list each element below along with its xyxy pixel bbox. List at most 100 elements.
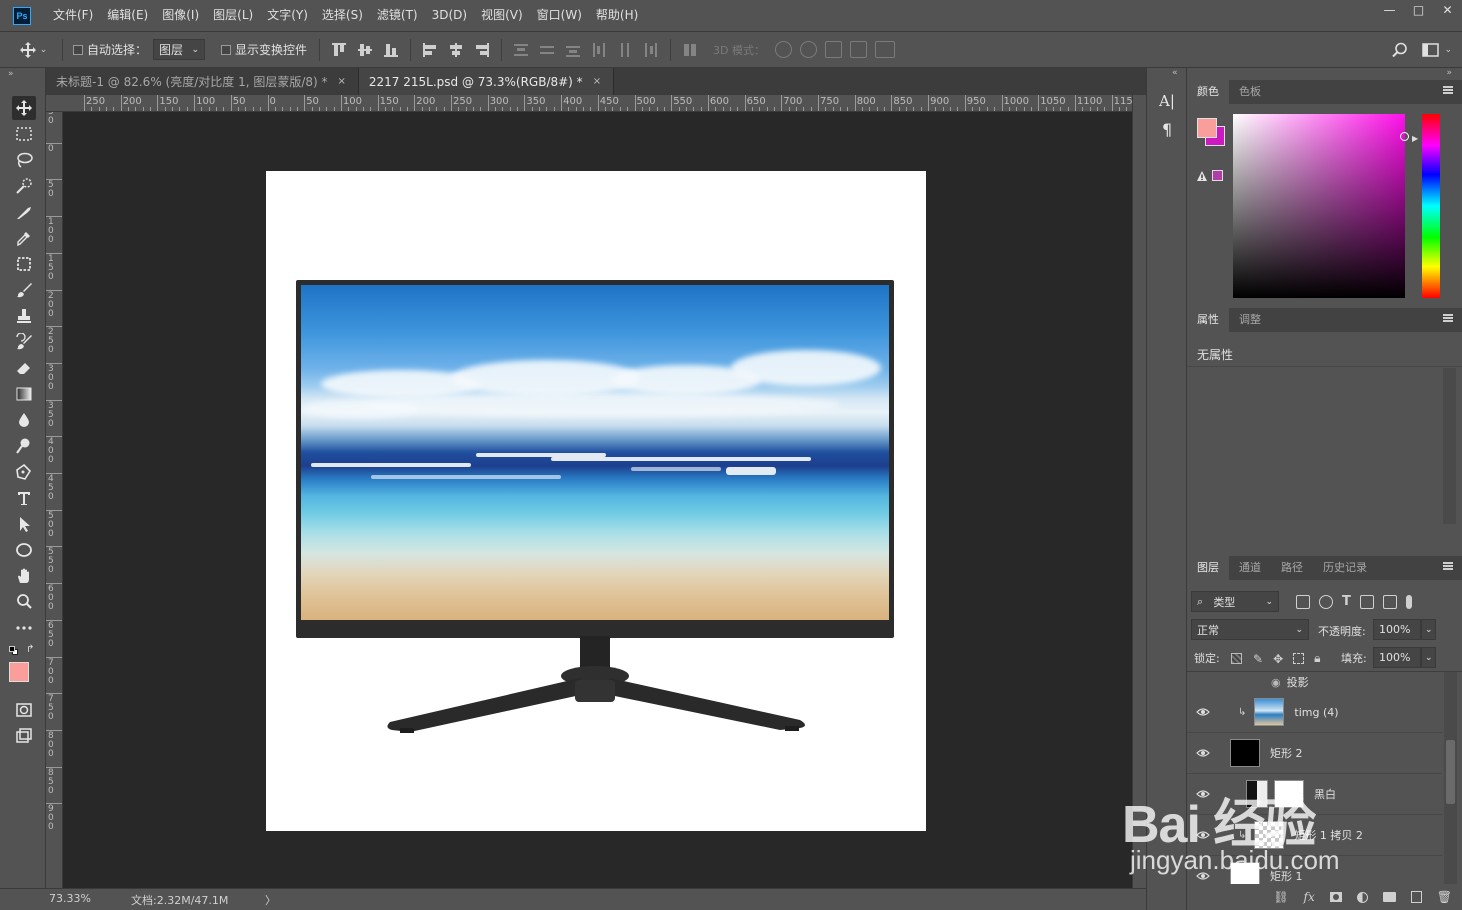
distribute-bottom-icon[interactable] — [565, 42, 581, 58]
align-hcenter-icon[interactable] — [448, 42, 464, 58]
layer-row[interactable]: ↳ 矩形 1 拷贝 2 — [1187, 815, 1442, 856]
dodge-tool[interactable] — [12, 434, 36, 458]
filter-adjustment-icon[interactable] — [1319, 594, 1333, 609]
layers-scrollbar[interactable] — [1444, 672, 1457, 884]
menu-3d[interactable]: 3D(D) — [425, 0, 474, 31]
eye-icon[interactable] — [1196, 787, 1210, 801]
lock-transparent-icon[interactable] — [1231, 653, 1242, 664]
ellipse-tool[interactable] — [12, 538, 36, 562]
gamut-color-swatch[interactable] — [1212, 170, 1223, 181]
trash-icon[interactable]: 🗑︎ — [1437, 890, 1452, 904]
distribute-hcenter-icon[interactable] — [617, 42, 633, 58]
eye-icon[interactable] — [1196, 705, 1210, 719]
hue-slider-arrow-icon[interactable]: ▶ — [1412, 134, 1418, 143]
menu-file[interactable]: 文件(F) — [46, 0, 100, 31]
eye-icon[interactable]: ◉ — [1271, 676, 1281, 689]
eye-icon[interactable] — [1196, 828, 1210, 842]
align-bottom-icon[interactable] — [383, 42, 399, 58]
show-transform-checkbox[interactable] — [221, 44, 232, 55]
add-mask-icon[interactable] — [1329, 892, 1342, 902]
tab-history[interactable]: 历史记录 — [1313, 556, 1377, 580]
paragraph-panel-icon[interactable]: ¶ — [1162, 120, 1172, 139]
tab-paths[interactable]: 路径 — [1271, 556, 1313, 580]
menu-help[interactable]: 帮助(H) — [589, 0, 645, 31]
zoom-level[interactable]: 73.33% — [49, 892, 91, 905]
collapse-icon[interactable]: « — [1172, 68, 1178, 78]
tab-swatches[interactable]: 色板 — [1229, 80, 1271, 104]
eyedropper-tool[interactable] — [12, 226, 36, 250]
fill-input[interactable]: 100% — [1373, 647, 1421, 668]
layer-name[interactable]: timg (4) — [1294, 706, 1338, 719]
menu-view[interactable]: 视图(V) — [474, 0, 530, 31]
frame-tool[interactable] — [12, 252, 36, 276]
stamp-tool[interactable] — [12, 304, 36, 328]
link-layers-icon[interactable]: ⛓ — [1273, 890, 1288, 904]
color-picker-field[interactable] — [1233, 114, 1409, 298]
layer-name[interactable]: 矩形 2 — [1270, 745, 1303, 761]
crop-tool[interactable] — [12, 200, 36, 224]
tab-untitled-1[interactable]: 未标题-1 @ 82.6% (亮度/对比度 1, 图层蒙版/8) * × — [46, 68, 359, 95]
align-top-icon[interactable] — [331, 42, 347, 58]
collapse-icon[interactable]: » — [1446, 68, 1452, 78]
tab-channels[interactable]: 通道 — [1229, 556, 1271, 580]
menu-select[interactable]: 选择(S) — [315, 0, 370, 31]
screen-mode-button[interactable] — [12, 724, 36, 748]
menu-type[interactable]: 文字(Y) — [260, 0, 315, 31]
tab-layers[interactable]: 图层 — [1187, 556, 1229, 580]
lock-artboard-icon[interactable] — [1293, 653, 1305, 664]
panel-menu-icon[interactable] — [1443, 562, 1453, 570]
layer-name[interactable]: 矩形 1 拷贝 2 — [1294, 827, 1363, 843]
layer-row[interactable]: 矩形 2 — [1187, 733, 1442, 774]
collapse-icon[interactable]: » — [8, 69, 14, 79]
layer-name[interactable]: 矩形 1 — [1270, 868, 1303, 884]
3d-slide-icon[interactable] — [850, 41, 867, 58]
history-brush-tool[interactable] — [12, 330, 36, 354]
layer-group-select[interactable]: 图层 ⌄ — [153, 39, 206, 60]
close-icon[interactable]: × — [338, 76, 346, 87]
lock-pixels-icon[interactable]: ✎ — [1253, 652, 1263, 666]
panel-menu-icon[interactable] — [1443, 86, 1453, 94]
hand-tool[interactable] — [12, 564, 36, 588]
auto-align-icon[interactable] — [682, 42, 698, 58]
eye-icon[interactable] — [1196, 746, 1210, 760]
tab-2217-215l[interactable]: 2217 215L.psd @ 73.3%(RGB/8#) * × — [358, 68, 615, 95]
distribute-right-icon[interactable] — [643, 42, 659, 58]
properties-scrollbar[interactable] — [1443, 368, 1456, 524]
opacity-dropdown[interactable]: ⌄ — [1421, 619, 1436, 640]
menu-image[interactable]: 图像(I) — [155, 0, 206, 31]
type-tool[interactable] — [12, 486, 36, 510]
close-button[interactable]: ✕ — [1433, 0, 1462, 20]
distribute-left-icon[interactable] — [591, 42, 607, 58]
3d-pan-icon[interactable] — [825, 41, 842, 58]
color-picker-cursor[interactable] — [1400, 132, 1409, 141]
menu-window[interactable]: 窗口(W) — [530, 0, 589, 31]
workspace-icon[interactable] — [1422, 42, 1440, 58]
minimize-button[interactable]: — — [1375, 0, 1404, 20]
fill-dropdown[interactable]: ⌄ — [1421, 647, 1436, 668]
layer-row[interactable]: 矩形 1 — [1187, 856, 1442, 884]
status-menu-arrow[interactable]: 〉 — [265, 892, 276, 908]
eraser-tool[interactable] — [12, 356, 36, 380]
fx-icon[interactable]: fx — [1304, 890, 1315, 904]
move-tool[interactable] — [12, 96, 36, 120]
auto-select-checkbox[interactable] — [73, 44, 83, 55]
move-tool-preset[interactable]: ⌄ — [10, 41, 56, 59]
close-icon[interactable]: × — [593, 76, 601, 87]
maximize-button[interactable]: □ — [1404, 0, 1433, 20]
layer-row[interactable]: 黑白 — [1187, 774, 1442, 815]
foreground-swatch[interactable] — [1197, 118, 1217, 138]
adjustment-layer-icon[interactable] — [1356, 891, 1368, 903]
filter-pixel-icon[interactable] — [1296, 594, 1310, 609]
brush-tool[interactable] — [12, 278, 36, 302]
gamut-warning-icon[interactable] — [1196, 170, 1208, 182]
filter-shape-icon[interactable] — [1359, 594, 1374, 609]
chevron-down-icon[interactable]: ⌄ — [1444, 45, 1452, 55]
3d-roll-icon[interactable] — [800, 41, 817, 58]
lasso-tool[interactable] — [12, 148, 36, 172]
tab-adjustments[interactable]: 调整 — [1229, 308, 1271, 332]
hue-slider[interactable] — [1422, 114, 1440, 298]
filter-toggle-icon[interactable] — [1405, 594, 1412, 609]
layer-name[interactable]: 黑白 — [1314, 786, 1336, 802]
zoom-tool[interactable] — [12, 590, 36, 614]
opacity-input[interactable]: 100% — [1373, 619, 1421, 640]
